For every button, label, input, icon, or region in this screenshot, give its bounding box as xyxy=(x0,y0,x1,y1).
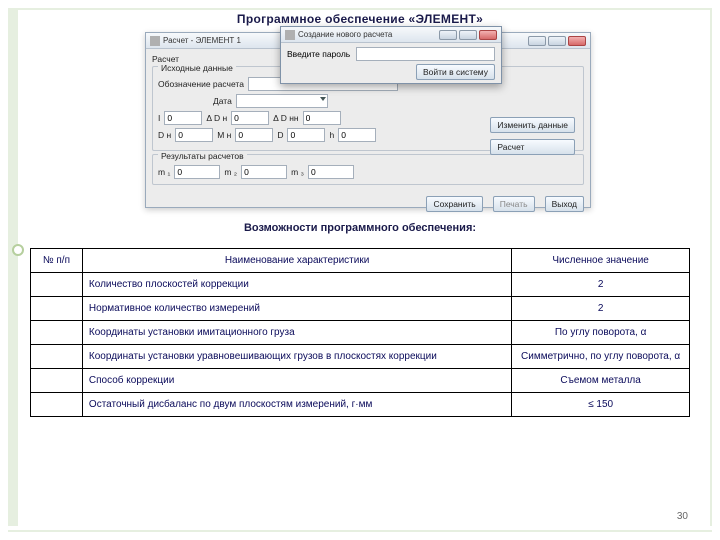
input-h[interactable] xyxy=(338,128,376,142)
decor-bottom xyxy=(8,530,712,532)
cell-num xyxy=(31,369,83,393)
minimize-icon[interactable] xyxy=(528,36,546,46)
decor-right xyxy=(710,8,712,526)
calc-button[interactable]: Расчет xyxy=(490,139,575,155)
table-row: Количество плоскостей коррекции2 xyxy=(31,273,690,297)
label-h: h xyxy=(329,130,334,140)
app-icon xyxy=(150,36,160,46)
login-dialog: Создание нового расчета Введите пароль В… xyxy=(280,26,502,84)
cell-val: Симметрично, по углу поворота, α xyxy=(512,345,690,369)
table-row: Нормативное количество измерений2 xyxy=(31,297,690,321)
group-results-legend: Результаты расчетов xyxy=(158,151,247,161)
close-icon[interactable] xyxy=(479,30,497,40)
table-row: Остаточный дисбаланс по двум плоскостям … xyxy=(31,393,690,417)
change-data-button[interactable]: Изменить данные xyxy=(490,117,575,133)
col-name: Наименование характеристики xyxy=(82,249,511,273)
close-icon[interactable] xyxy=(568,36,586,46)
input-m3[interactable] xyxy=(308,165,354,179)
cell-val: Съемом металла xyxy=(512,369,690,393)
col-val: Численное значение xyxy=(512,249,690,273)
footer-buttons: Сохранить Печать Выход xyxy=(146,192,590,214)
date-input[interactable] xyxy=(236,94,328,108)
table-row: Способ коррекцииСъемом металла xyxy=(31,369,690,393)
cell-num xyxy=(31,273,83,297)
cell-num xyxy=(31,393,83,417)
group-results: Результаты расчетов m ₁ m ₂ m ₃ xyxy=(152,154,584,185)
cell-num xyxy=(31,345,83,369)
col-num: № п/п xyxy=(31,249,83,273)
table-row: Координаты установки уравновешивающих гр… xyxy=(31,345,690,369)
cell-name: Координаты установки имитационного груза xyxy=(82,321,511,345)
label-desc: Обозначение расчета xyxy=(158,79,244,89)
cell-val: ≤ 150 xyxy=(512,393,690,417)
cell-val: По углу поворота, α xyxy=(512,321,690,345)
input-Mn[interactable] xyxy=(235,128,273,142)
cell-name: Координаты установки уравновешивающих гр… xyxy=(82,345,511,369)
cell-name: Остаточный дисбаланс по двум плоскостям … xyxy=(82,393,511,417)
dialog-icon xyxy=(285,30,295,40)
cell-val: 2 xyxy=(512,297,690,321)
page-number: 30 xyxy=(677,511,688,522)
password-input[interactable] xyxy=(356,47,495,61)
label-dDnn: Δ D нн xyxy=(273,113,298,123)
label-Mn: M н xyxy=(217,130,231,140)
label-dDn: Δ D н xyxy=(206,113,227,123)
label-m1: m ₁ xyxy=(158,167,170,177)
label-D: D xyxy=(277,130,283,140)
table-row: Координаты установки имитационного груза… xyxy=(31,321,690,345)
label-Dn: D н xyxy=(158,130,171,140)
decor-left xyxy=(8,8,18,526)
password-label: Введите пароль xyxy=(287,49,350,59)
input-m2[interactable] xyxy=(241,165,287,179)
maximize-icon[interactable] xyxy=(548,36,566,46)
bullet-icon xyxy=(12,244,24,256)
input-Dn[interactable] xyxy=(175,128,213,142)
input-dDnn[interactable] xyxy=(303,111,341,125)
label-m2: m ₂ xyxy=(224,167,237,177)
label-I: I xyxy=(158,113,160,123)
login-title: Создание нового расчета xyxy=(298,30,392,39)
input-m1[interactable] xyxy=(174,165,220,179)
cell-name: Нормативное количество измерений xyxy=(82,297,511,321)
input-D[interactable] xyxy=(287,128,325,142)
cell-name: Способ коррекции xyxy=(82,369,511,393)
decor-top xyxy=(8,8,712,10)
cell-name: Количество плоскостей коррекции xyxy=(82,273,511,297)
cell-num xyxy=(31,321,83,345)
cell-val: 2 xyxy=(512,273,690,297)
login-titlebar[interactable]: Создание нового расчета xyxy=(281,27,501,43)
print-button[interactable]: Печать xyxy=(493,196,535,212)
minimize-icon[interactable] xyxy=(439,30,457,40)
exit-button[interactable]: Выход xyxy=(545,196,584,212)
label-m3: m ₃ xyxy=(291,167,304,177)
login-button[interactable]: Войти в систему xyxy=(416,64,495,80)
capabilities-table: № п/п Наименование характеристики Числен… xyxy=(30,248,690,417)
input-I[interactable] xyxy=(164,111,202,125)
section-subtitle: Возможности программного обеспечения: xyxy=(0,222,720,234)
input-dDn[interactable] xyxy=(231,111,269,125)
label-date: Дата xyxy=(213,96,232,106)
app-title: Расчет - ЭЛЕМЕНТ 1 xyxy=(163,36,241,45)
page-title: Программное обеспечение «ЭЛЕМЕНТ» xyxy=(0,12,720,26)
cell-num xyxy=(31,297,83,321)
group-input-legend: Исходные данные xyxy=(158,63,236,73)
maximize-icon[interactable] xyxy=(459,30,477,40)
save-button[interactable]: Сохранить xyxy=(426,196,482,212)
